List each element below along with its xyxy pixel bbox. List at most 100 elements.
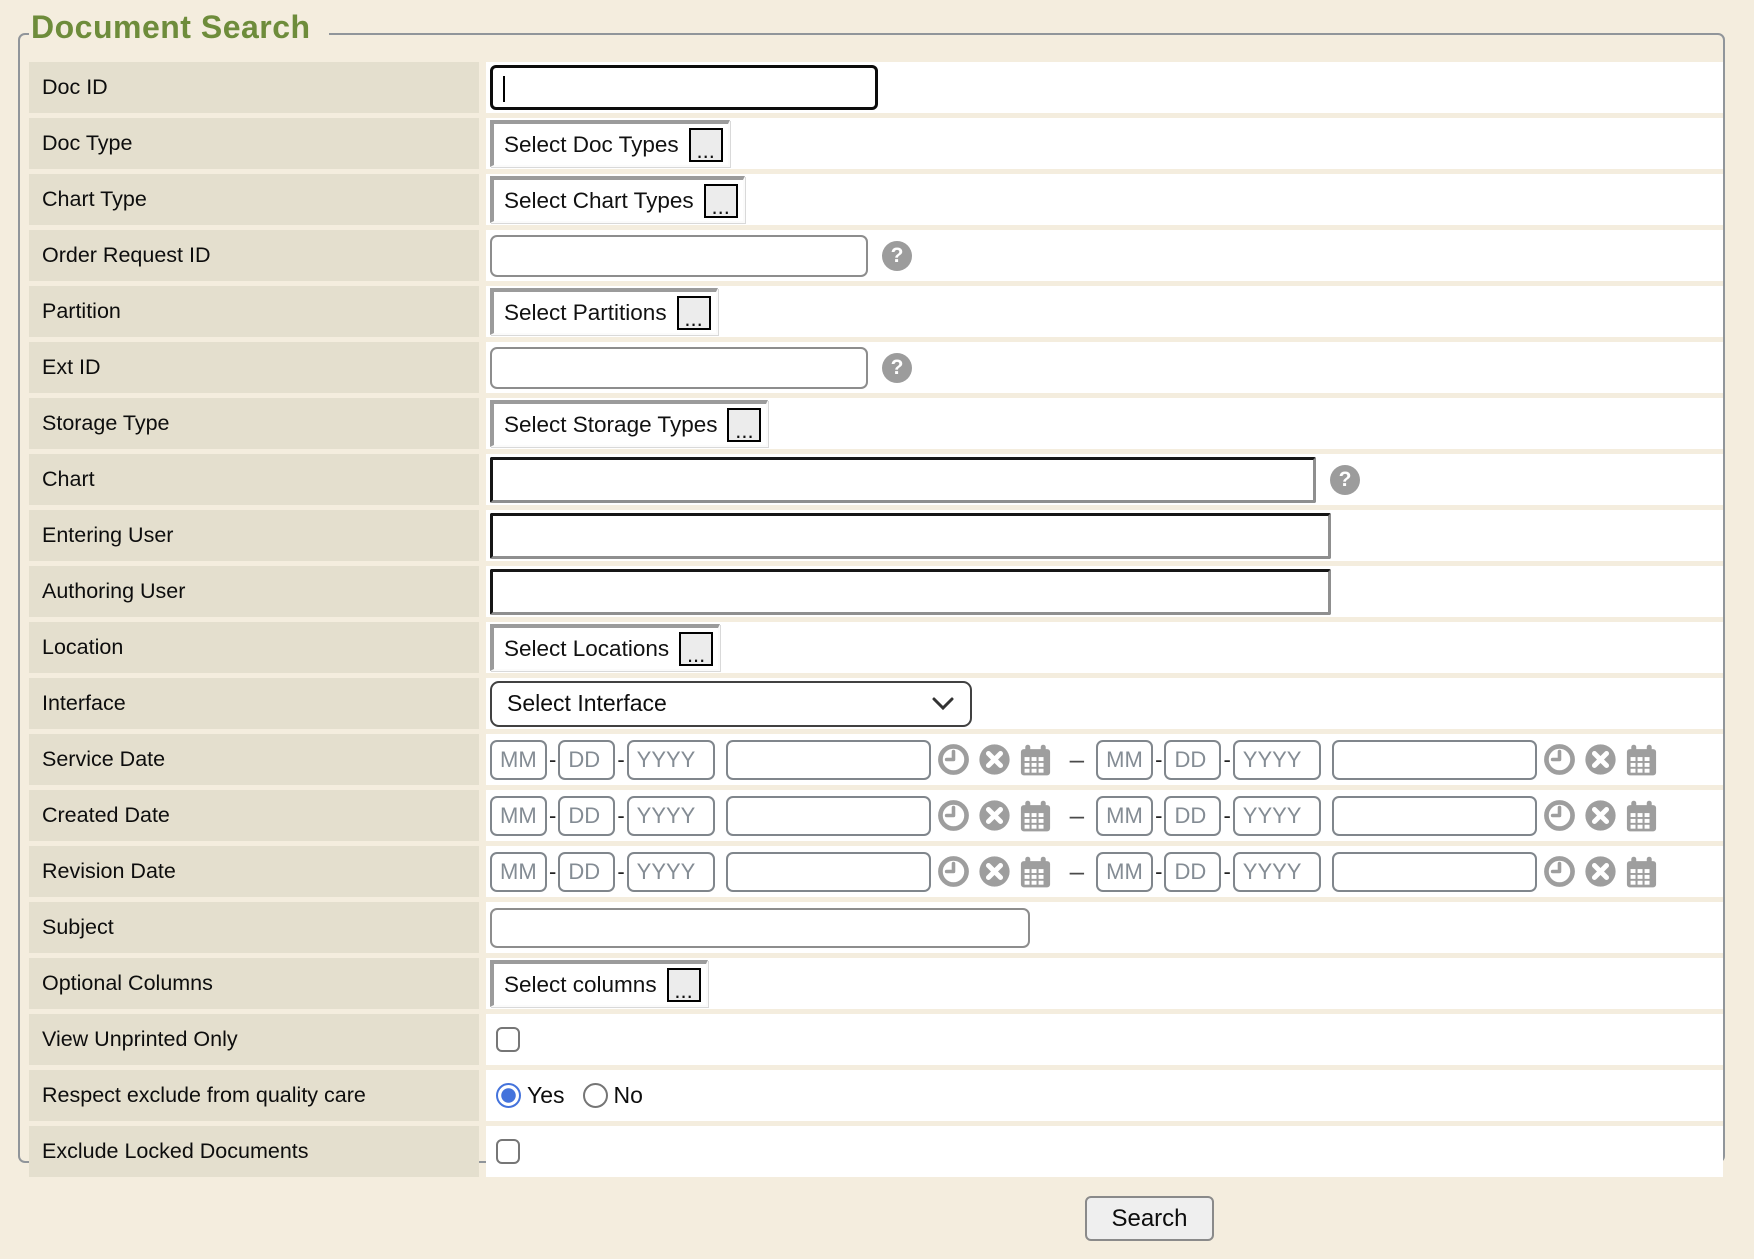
year-input[interactable] [1233, 852, 1321, 892]
authoring-user-input[interactable] [490, 569, 1331, 615]
time-input[interactable] [1332, 740, 1537, 780]
partition-browse-button[interactable]: ... [677, 296, 711, 330]
date-part-separator: - [549, 859, 556, 885]
exclude-locked-checkbox[interactable] [496, 1139, 520, 1164]
row-created-date: Created Date - - – - - [29, 790, 1723, 841]
year-input[interactable] [1233, 796, 1321, 836]
entering-user-input[interactable] [490, 513, 1331, 559]
subject-input[interactable] [490, 908, 1030, 948]
partition-label: Partition [29, 286, 479, 337]
clear-icon[interactable] [977, 797, 1013, 835]
row-entering-user: Entering User [29, 510, 1723, 561]
ext-id-input[interactable] [490, 347, 868, 389]
date-part-separator: - [617, 747, 624, 773]
service-date-from-group: - - [490, 740, 1054, 780]
year-input[interactable] [1233, 740, 1321, 780]
doc-id-input[interactable] [493, 68, 875, 107]
page-title: Document Search [29, 9, 329, 48]
storage-type-label: Storage Type [29, 398, 479, 449]
view-unprinted-only-label: View Unprinted Only [29, 1014, 479, 1065]
day-input[interactable] [1164, 796, 1221, 836]
clear-icon[interactable] [977, 741, 1013, 779]
help-icon[interactable]: ? [882, 241, 912, 271]
created-date-from-group: - - [490, 796, 1054, 836]
clock-icon[interactable] [1542, 741, 1578, 779]
time-input[interactable] [726, 852, 931, 892]
help-icon[interactable]: ? [882, 353, 912, 383]
month-input[interactable] [1096, 740, 1153, 780]
respect-exclude-label: Respect exclude from quality care [29, 1070, 479, 1121]
location-multiselect[interactable]: Select Locations ... [490, 624, 720, 671]
row-subject: Subject [29, 902, 1723, 953]
doc-type-multiselect-value: Select Doc Types [504, 132, 679, 158]
year-input[interactable] [627, 796, 715, 836]
interface-select[interactable]: Select Interface [490, 681, 972, 727]
row-authoring-user: Authoring User [29, 566, 1723, 617]
clear-icon[interactable] [977, 853, 1013, 891]
row-chart-type: Chart Type Select Chart Types ... [29, 174, 1723, 225]
help-icon[interactable]: ? [1330, 465, 1360, 495]
day-input[interactable] [558, 740, 615, 780]
location-multiselect-value: Select Locations [504, 636, 669, 662]
date-range-separator: – [1070, 856, 1084, 887]
order-request-id-input[interactable] [490, 235, 868, 277]
partition-multiselect-value: Select Partitions [504, 300, 667, 326]
time-input[interactable] [1332, 852, 1537, 892]
year-input[interactable] [627, 740, 715, 780]
revision-date-from-group: - - [490, 852, 1054, 892]
chart-type-multiselect[interactable]: Select Chart Types ... [490, 176, 745, 223]
month-input[interactable] [490, 740, 547, 780]
month-input[interactable] [1096, 796, 1153, 836]
doc-id-label: Doc ID [29, 62, 479, 113]
view-unprinted-only-checkbox[interactable] [496, 1027, 520, 1052]
partition-multiselect[interactable]: Select Partitions ... [490, 288, 718, 335]
month-input[interactable] [490, 852, 547, 892]
clock-icon[interactable] [936, 853, 972, 891]
respect-exclude-no-radio[interactable] [583, 1083, 608, 1108]
day-input[interactable] [558, 796, 615, 836]
optional-columns-multiselect[interactable]: Select columns ... [490, 960, 708, 1007]
respect-exclude-yes-radio[interactable] [496, 1083, 521, 1108]
day-input[interactable] [1164, 852, 1221, 892]
calendar-icon[interactable] [1624, 853, 1660, 891]
calendar-icon[interactable] [1018, 741, 1054, 779]
month-input[interactable] [490, 796, 547, 836]
storage-type-browse-button[interactable]: ... [727, 408, 761, 442]
doc-id-input-focus-ring [490, 65, 878, 110]
clear-icon[interactable] [1583, 741, 1619, 779]
clear-icon[interactable] [1583, 797, 1619, 835]
storage-type-multiselect[interactable]: Select Storage Types ... [490, 400, 768, 447]
calendar-icon[interactable] [1018, 797, 1054, 835]
clock-icon[interactable] [936, 741, 972, 779]
exclude-locked-label: Exclude Locked Documents [29, 1126, 479, 1177]
time-input[interactable] [726, 796, 931, 836]
time-input[interactable] [1332, 796, 1537, 836]
row-doc-id: Doc ID [29, 62, 1723, 113]
calendar-icon[interactable] [1624, 797, 1660, 835]
chart-type-browse-button[interactable]: ... [704, 184, 738, 218]
time-input[interactable] [726, 740, 931, 780]
chart-type-multiselect-value: Select Chart Types [504, 188, 694, 214]
row-doc-type: Doc Type Select Doc Types ... [29, 118, 1723, 169]
clock-icon[interactable] [1542, 853, 1578, 891]
calendar-icon[interactable] [1018, 853, 1054, 891]
optional-columns-label: Optional Columns [29, 958, 479, 1009]
text-caret [503, 76, 505, 102]
clock-icon[interactable] [936, 797, 972, 835]
year-input[interactable] [627, 852, 715, 892]
doc-type-browse-button[interactable]: ... [689, 128, 723, 162]
form-actions: Search [0, 1196, 1754, 1241]
month-input[interactable] [1096, 852, 1153, 892]
day-input[interactable] [1164, 740, 1221, 780]
clear-icon[interactable] [1583, 853, 1619, 891]
date-range-separator: – [1070, 800, 1084, 831]
row-location: Location Select Locations ... [29, 622, 1723, 673]
chart-input[interactable] [490, 457, 1316, 503]
location-browse-button[interactable]: ... [679, 632, 713, 666]
day-input[interactable] [558, 852, 615, 892]
doc-type-multiselect[interactable]: Select Doc Types ... [490, 120, 730, 167]
search-button[interactable]: Search [1085, 1196, 1214, 1241]
clock-icon[interactable] [1542, 797, 1578, 835]
calendar-icon[interactable] [1624, 741, 1660, 779]
optional-columns-browse-button[interactable]: ... [667, 968, 701, 1002]
